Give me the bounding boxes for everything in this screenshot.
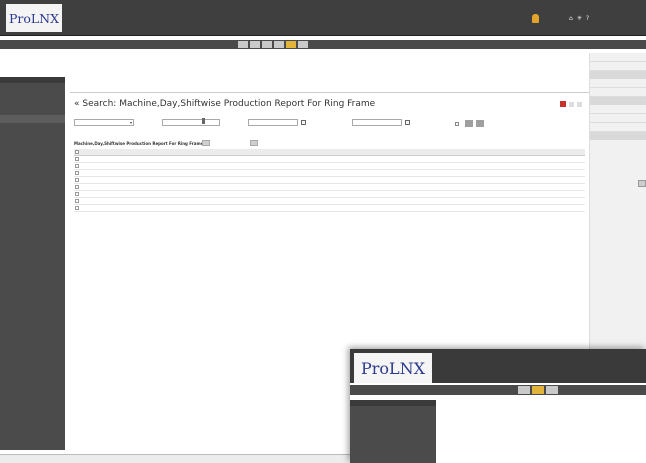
row-checkbox[interactable] — [75, 206, 79, 210]
right-panel-heading — [590, 97, 646, 105]
sidebar — [0, 77, 65, 450]
unit-select[interactable] — [74, 119, 134, 126]
prolnx-logo[interactable]: ProLNX — [6, 4, 62, 32]
right-panel-item[interactable] — [590, 88, 646, 97]
right-panel-item[interactable] — [590, 123, 646, 132]
summary-checkbox[interactable] — [455, 121, 459, 126]
from-date-input[interactable] — [248, 119, 298, 126]
row-checkbox[interactable] — [75, 178, 79, 182]
summary-controls — [455, 120, 484, 127]
right-panel-item[interactable] — [590, 79, 646, 88]
sidebar-item-1[interactable] — [0, 83, 65, 91]
overlay-sidebar-item[interactable] — [350, 425, 436, 435]
row-checkbox[interactable] — [75, 192, 79, 196]
menu-bar — [0, 40, 646, 49]
overlay-window[interactable]: ProLNX — [350, 349, 646, 463]
overlay-sidebar-item[interactable] — [350, 416, 436, 426]
table-header-row — [74, 149, 585, 156]
menu-item-5[interactable] — [286, 41, 296, 48]
overlay-menu-bar — [350, 385, 646, 395]
header-nav: ⌂ ✳ ? — [522, 14, 589, 23]
menu-item-3[interactable] — [262, 41, 272, 48]
table-row[interactable] — [74, 170, 585, 177]
search-panel: « Search: Machine,Day,Shiftwise Producti… — [70, 92, 590, 282]
table-row[interactable] — [74, 184, 585, 191]
right-panel-item[interactable] — [590, 62, 646, 71]
table-row[interactable] — [74, 163, 585, 170]
right-panel-heading — [590, 132, 646, 140]
expand-icon[interactable] — [638, 180, 646, 187]
row-checkbox[interactable] — [75, 157, 79, 161]
table-row[interactable] — [74, 191, 585, 198]
row-checkbox[interactable] — [75, 199, 79, 203]
right-panel-item[interactable] — [590, 105, 646, 114]
app-window: ProLNX ⌂ ✳ ? « Search: Machine,Day,Shift… — [0, 0, 646, 463]
menu-item-2[interactable] — [250, 41, 260, 48]
row-checkbox[interactable] — [75, 164, 79, 168]
table-row[interactable] — [74, 156, 585, 163]
grid-title: Machine,Day,Shiftwise Production Report … — [74, 141, 204, 146]
overlay-menu-item-2[interactable] — [532, 386, 544, 394]
main-menu — [238, 41, 308, 48]
calendar-icon[interactable] — [301, 120, 306, 125]
refresh-icon[interactable] — [577, 101, 582, 107]
overlay-header: ProLNX — [350, 349, 646, 383]
calendar-icon[interactable] — [405, 120, 410, 125]
right-panel-item[interactable] — [590, 53, 646, 62]
mouse-cursor-icon — [202, 118, 205, 124]
clear-button[interactable] — [476, 120, 484, 127]
table-row[interactable] — [74, 177, 585, 184]
sidebar-item-5[interactable] — [0, 115, 65, 123]
overlay-menu-item-3[interactable] — [546, 386, 558, 394]
right-panel — [589, 53, 646, 383]
sidebar-item-3[interactable] — [0, 99, 65, 107]
right-panel-heading — [590, 71, 646, 79]
report-title-text: Search: Machine,Day,Shiftwise Production… — [82, 99, 376, 109]
department-select[interactable] — [162, 119, 220, 126]
pdf-icon[interactable] — [560, 101, 566, 107]
top-header: ProLNX ⌂ ✳ ? — [0, 0, 646, 36]
row-checkbox[interactable] — [75, 171, 79, 175]
table-row[interactable] — [74, 205, 585, 212]
home-icon[interactable]: ⌂ — [569, 15, 573, 22]
overlay-menu — [518, 386, 558, 394]
overlay-sidebar-item[interactable] — [350, 444, 436, 454]
overlay-sidebar-item[interactable] — [350, 435, 436, 445]
report-table — [74, 149, 585, 212]
grid-button-2[interactable] — [250, 140, 258, 146]
help-icon[interactable]: ? — [586, 15, 589, 22]
menu-item-1[interactable] — [238, 41, 248, 48]
menu-item-4[interactable] — [274, 41, 284, 48]
search-button[interactable] — [465, 120, 473, 127]
sidebar-item-4[interactable] — [0, 107, 65, 115]
sidebar-item-2[interactable] — [0, 91, 65, 99]
chevron-down-icon[interactable]: ▾ — [130, 120, 132, 125]
settings-icon[interactable]: ✳ — [577, 15, 582, 22]
panel-tools — [560, 101, 582, 107]
user-icon — [532, 14, 539, 23]
report-title: « Search: Machine,Day,Shiftwise Producti… — [74, 99, 376, 109]
right-panel-item[interactable] — [590, 114, 646, 123]
table-row[interactable] — [74, 198, 585, 205]
menu-item-6[interactable] — [298, 41, 308, 48]
grid-button-1[interactable] — [202, 140, 210, 146]
overlay-menu-item-1[interactable] — [518, 386, 530, 394]
overlay-logo[interactable]: ProLNX — [354, 353, 432, 383]
overlay-sidebar-item[interactable] — [350, 406, 436, 416]
to-date-input[interactable] — [352, 119, 402, 126]
toolbar-icons[interactable]: ⌂ ✳ ? — [569, 15, 589, 22]
select-all-checkbox[interactable] — [75, 150, 79, 154]
row-checkbox[interactable] — [75, 185, 79, 189]
export-icon[interactable] — [569, 101, 574, 107]
overlay-sidebar — [350, 400, 436, 463]
